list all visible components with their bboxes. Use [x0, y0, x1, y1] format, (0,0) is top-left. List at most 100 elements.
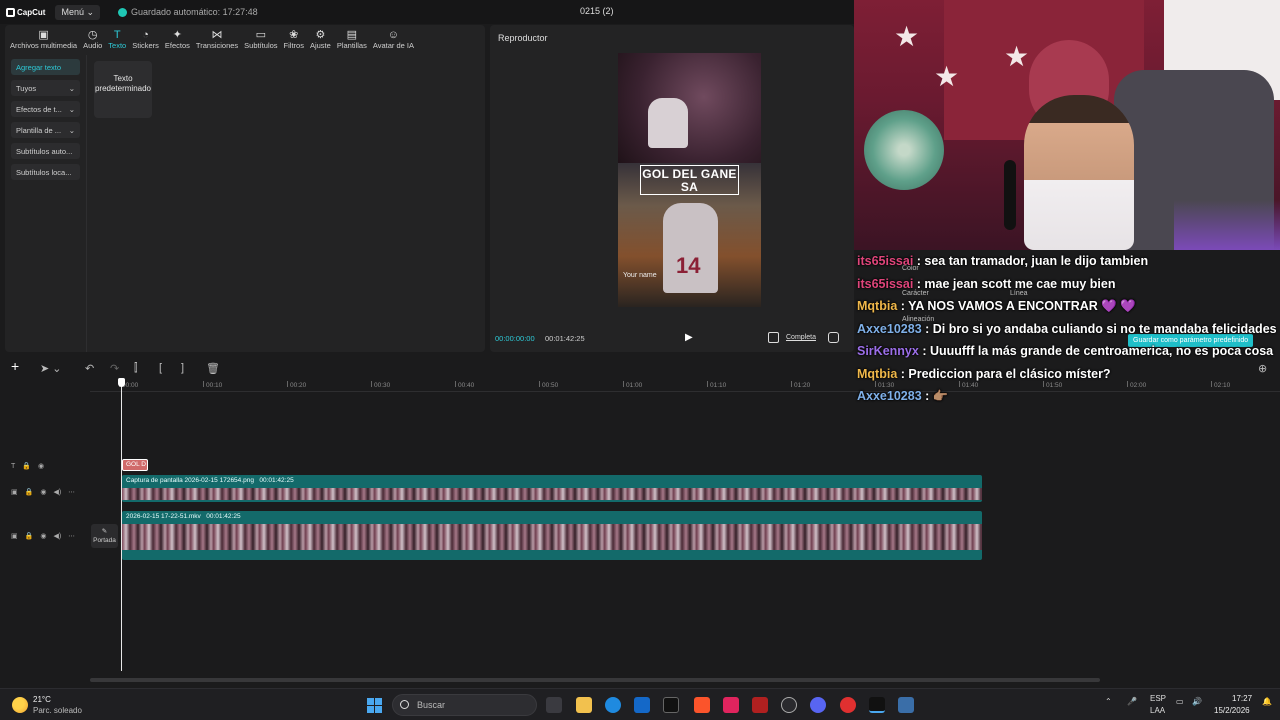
clock-time[interactable]: 17:27 — [1232, 694, 1252, 703]
video-clip[interactable]: 2026-02-15 17-22-51.mkv 00:01:42:25 — [122, 511, 982, 560]
tab-stickers[interactable]: ◔ Stickers — [129, 29, 162, 53]
eye-icon[interactable]: ◉ — [40, 532, 46, 540]
microphone-icon[interactable]: 🎤 — [1127, 697, 1137, 706]
file-explorer-icon[interactable] — [576, 697, 592, 713]
chat-message: Axxe10283 : 👉🏽 — [857, 389, 949, 403]
discord-icon[interactable] — [810, 697, 826, 713]
brave-icon[interactable] — [694, 697, 710, 713]
sidebar-item-plantilla[interactable]: Plantilla de ... ⌄ — [11, 122, 80, 138]
sidebar-item-subtitulos-auto[interactable]: Subtítulos auto... — [11, 143, 80, 159]
tab-label: Subtítulos — [244, 41, 278, 50]
fullscreen-icon[interactable] — [828, 332, 839, 343]
redo-icon[interactable]: ↷ — [110, 362, 119, 375]
text-track-icon: T — [11, 462, 16, 470]
speaker-icon[interactable]: ◀) — [53, 532, 61, 540]
snapshot-icon[interactable] — [768, 332, 779, 343]
tab-filtros[interactable]: ❀ Filtros — [281, 29, 307, 53]
chevron-up-icon[interactable]: ⌃ — [1105, 697, 1112, 706]
tab-label: Avatar de IA — [372, 41, 414, 50]
taskbar-search[interactable]: Buscar — [392, 694, 537, 716]
tab-plantillas[interactable]: ▤ Plantillas — [334, 29, 370, 53]
cover-button[interactable]: ✎ Portada — [91, 524, 118, 548]
clip-header: Captura de pantalla 2026-02-15 172654.pn… — [122, 475, 982, 486]
text-overlay[interactable]: GOL DEL GANE SA — [640, 165, 739, 195]
outlook-icon[interactable] — [634, 697, 650, 713]
delete-icon[interactable]: 🗑 — [206, 362, 220, 375]
autosave-text: Guardado automático: 17:27:48 — [131, 7, 258, 17]
language-bottom[interactable]: LAA — [1150, 706, 1165, 715]
clock-date[interactable]: 15/2/2026 — [1214, 706, 1250, 715]
sidebar-item-subtitulos-loca[interactable]: Subtítulos loca... — [11, 164, 80, 180]
tab-label: Plantillas — [336, 41, 367, 50]
menu-button[interactable]: Menú ⌄ — [55, 4, 101, 20]
sidebar-item-agregar-texto[interactable]: Agregar texto — [11, 59, 80, 75]
tab-label: Texto — [108, 41, 127, 50]
tab-avatar-ia[interactable]: ☺ Avatar de IA — [370, 29, 417, 53]
windows-start-icon[interactable] — [367, 698, 382, 713]
default-text-preset[interactable]: Texto predeterminado — [94, 61, 152, 118]
task-view-icon[interactable] — [546, 697, 562, 713]
clip-duration: 00:01:42:25 — [259, 477, 294, 484]
edge-icon[interactable] — [605, 697, 621, 713]
lock-icon[interactable]: 🔒 — [25, 488, 34, 496]
network-icon[interactable]: ▭ — [1176, 697, 1184, 706]
sidebar-item-efectos[interactable]: Efectos de t... ⌄ — [11, 101, 80, 117]
playhead[interactable] — [121, 379, 122, 671]
tab-transiciones[interactable]: ⋈ Transiciones — [193, 29, 241, 53]
trim-right-icon[interactable]: ] — [181, 362, 184, 374]
more-icon[interactable]: ⋯ — [68, 532, 75, 540]
snipping-tool-icon[interactable] — [898, 697, 914, 713]
full-quality-button[interactable]: Completa — [786, 334, 816, 341]
split-icon[interactable]: ⫿ — [134, 362, 138, 375]
app-icon[interactable] — [752, 697, 768, 713]
speaker-icon[interactable]: ◀) — [53, 488, 61, 496]
tab-ajuste[interactable]: ⚙ Ajuste — [307, 29, 334, 53]
tiktok-icon[interactable] — [723, 697, 739, 713]
weather-desc[interactable]: Parc. soleado — [33, 706, 82, 715]
eye-icon[interactable]: ◉ — [40, 488, 46, 496]
language-top[interactable]: ESP — [1150, 694, 1166, 703]
ruler-tick: 00:50 — [538, 381, 559, 389]
playhead-handle[interactable] — [118, 378, 125, 387]
clip-thumbnails — [122, 488, 982, 500]
start-tile — [375, 706, 382, 713]
more-icon[interactable]: ⋯ — [68, 488, 75, 496]
sidebar-item-tuyos[interactable]: Tuyos ⌄ — [11, 80, 80, 96]
tab-efectos[interactable]: ✦ Efectos — [162, 29, 193, 53]
trim-left-icon[interactable]: [ — [159, 362, 162, 374]
weather-temp[interactable]: 21°C — [33, 695, 51, 704]
tab-audio[interactable]: ◷ Audio — [80, 29, 105, 53]
select-cursor-icon[interactable]: ➤ ⌄ — [40, 362, 62, 375]
tab-texto[interactable]: T Texto — [105, 29, 129, 53]
notification-icon[interactable]: 🔔 — [1262, 697, 1272, 706]
chevron-down-icon: ⌄ — [86, 6, 95, 17]
volume-icon[interactable]: 🔊 — [1192, 697, 1202, 706]
video-preview[interactable]: 14 GOL DEL GANE SA Your name — [618, 53, 761, 307]
chat-text: sea tan tramador, juan le dijo tambien — [924, 254, 1149, 268]
media-toolbar: ▣ Archivos multimedia ◷ Audio T Texto ◔ Stic… — [5, 25, 485, 53]
timeline-scrollbar[interactable] — [90, 678, 1100, 682]
lock-icon[interactable]: 🔒 — [22, 462, 31, 470]
tab-label: Ajuste — [309, 41, 331, 50]
ruler-tick: 00:30 — [370, 381, 391, 389]
obs-icon[interactable] — [840, 697, 856, 713]
eye-icon[interactable]: ◉ — [38, 462, 44, 470]
chat-text: mae jean scott me cae muy bien — [924, 276, 1116, 291]
tab-subtitulos[interactable]: ▭ Subtítulos — [241, 29, 280, 53]
play-icon[interactable]: ▶ — [685, 332, 693, 343]
text-clip[interactable]: GOL D — [122, 459, 148, 471]
tab-label: Archivos multimedia — [10, 41, 78, 50]
capcut-taskbar-icon[interactable] — [663, 697, 679, 713]
preview-streamer — [648, 98, 688, 148]
tab-archivos-multimedia[interactable]: ▣ Archivos multimedia — [7, 29, 80, 53]
app-icon[interactable] — [781, 697, 797, 713]
lock-icon[interactable]: 🔒 — [25, 532, 34, 540]
total-time: 00:01:42:25 — [545, 334, 585, 343]
capcut-active-icon[interactable] — [869, 697, 885, 713]
undo-icon[interactable]: ↶ — [85, 362, 94, 375]
add-icon[interactable]: + — [11, 358, 19, 374]
sidebar-item-label: Subtítulos loca... — [16, 167, 72, 177]
weather-sun-icon[interactable] — [12, 697, 28, 713]
image-clip[interactable]: Captura de pantalla 2026-02-15 172654.pn… — [122, 475, 982, 502]
clip-header: 2026-02-15 17-22-51.mkv 00:01:42:25 — [122, 511, 982, 522]
